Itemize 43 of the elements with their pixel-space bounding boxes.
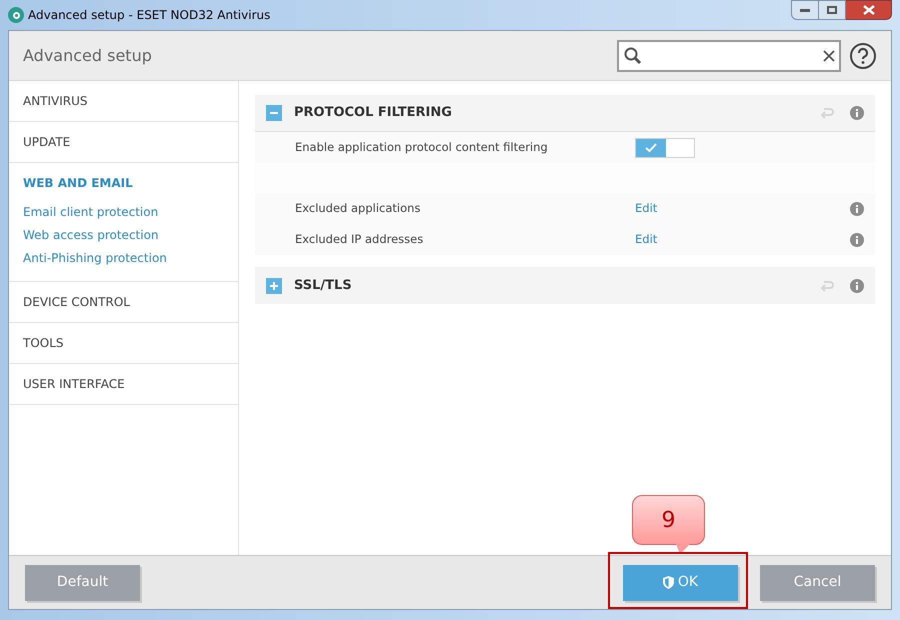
expand-icon[interactable] [266, 278, 282, 294]
clear-icon[interactable] [823, 50, 835, 62]
info-icon[interactable] [850, 202, 864, 216]
info-icon[interactable] [850, 106, 864, 120]
info-icon[interactable] [850, 232, 864, 246]
cancel-button[interactable]: Cancel [760, 564, 875, 600]
maximize-button[interactable] [819, 0, 846, 20]
sidebar-link[interactable]: Anti-Phishing protection [23, 249, 167, 267]
callout-tail [676, 544, 690, 554]
collapse-icon[interactable] [266, 105, 282, 121]
callout-number: 9 [662, 506, 676, 534]
check-icon [645, 142, 657, 152]
sidebar-item[interactable]: ANTIVIRUS [23, 92, 224, 110]
page-title: Advanced setup [23, 44, 152, 66]
edit-link[interactable]: Edit [635, 200, 658, 218]
setting-label: Enable application protocol content filtering [295, 138, 549, 156]
toggle-switch[interactable] [635, 138, 695, 158]
app-logo-icon [8, 7, 24, 23]
edit-link[interactable]: Edit [635, 230, 658, 248]
close-button[interactable] [846, 0, 892, 20]
section-title: PROTOCOL FILTERING [294, 104, 452, 122]
info-icon[interactable] [850, 278, 864, 292]
shield-icon [662, 576, 674, 589]
sidebar-item[interactable]: UPDATE [23, 133, 224, 151]
help-icon[interactable] [849, 42, 877, 70]
search-icon [623, 46, 643, 66]
sidebar-link[interactable]: Email client protection [23, 203, 158, 221]
setting-label: Excluded applications [295, 200, 422, 217]
ok-button[interactable]: OK [623, 564, 738, 600]
sidebar-link[interactable]: Web access protection [23, 226, 159, 244]
window-title: Advanced setup - ESET NOD32 Antivirus [28, 7, 270, 24]
undo-icon [820, 107, 834, 119]
sidebar-item[interactable]: WEB AND EMAIL [23, 174, 224, 192]
close-icon [862, 5, 874, 15]
setting-label: Excluded IP addresses [295, 230, 424, 248]
sidebar-item[interactable]: USER INTERFACE [23, 375, 224, 393]
minimize-button[interactable] [791, 0, 819, 20]
search-field[interactable] [617, 40, 841, 72]
section-title: SSL/TLS [294, 276, 352, 295]
sidebar-item[interactable]: DEVICE CONTROL [23, 293, 224, 311]
default-button[interactable]: Default [25, 564, 140, 600]
sidebar-item[interactable]: TOOLS [23, 334, 224, 352]
undo-icon [820, 280, 834, 292]
